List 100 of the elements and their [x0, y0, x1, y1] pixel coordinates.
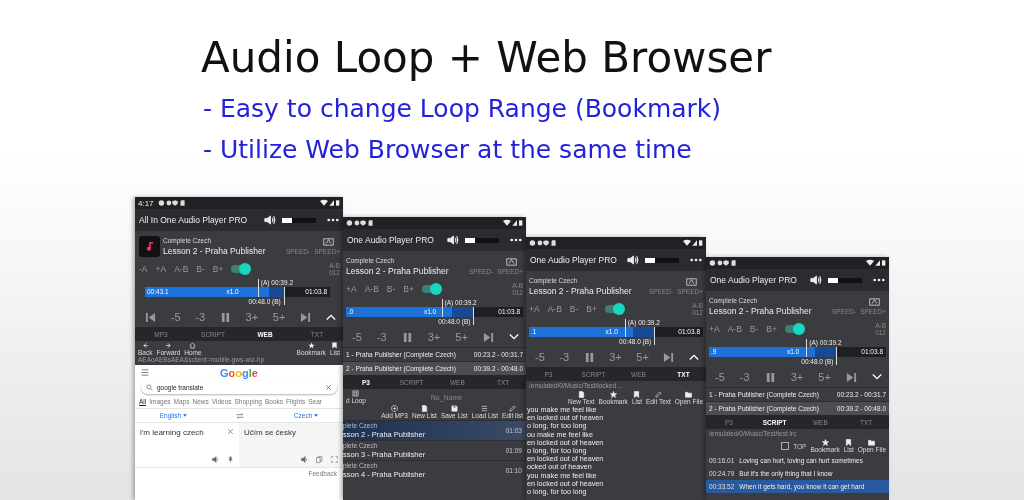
- seek-button[interactable]: -3: [739, 371, 750, 383]
- ab-button[interactable]: +A: [346, 284, 357, 294]
- seek-button[interactable]: 5+: [818, 371, 831, 383]
- save-icon: [450, 405, 458, 412]
- signal-battery-drawing: [503, 219, 523, 227]
- subtitle-icon[interactable]: [506, 257, 517, 266]
- pause-icon[interactable]: [401, 331, 413, 343]
- ab-button[interactable]: A-B: [174, 264, 189, 274]
- speaker-icon[interactable]: [301, 456, 308, 463]
- chevron-up-icon[interactable]: [325, 313, 336, 321]
- volume-icon[interactable]: [264, 215, 277, 225]
- more-icon[interactable]: [873, 278, 885, 282]
- seek-button[interactable]: -3: [376, 331, 387, 343]
- volume-slider[interactable]: [282, 217, 316, 223]
- pause-icon[interactable]: [583, 351, 595, 363]
- ab-button[interactable]: B-: [569, 304, 579, 314]
- subtitle-icon[interactable]: [323, 237, 334, 246]
- notification-icons-drawing: [709, 259, 739, 267]
- seek-button[interactable]: 5+: [636, 351, 649, 363]
- seek-button[interactable]: 3+: [790, 371, 804, 383]
- volume-icon[interactable]: [447, 235, 460, 245]
- top-checkbox[interactable]: [781, 442, 790, 450]
- ab-button[interactable]: B+: [212, 264, 224, 274]
- skip-previous-icon[interactable]: [145, 311, 156, 323]
- subtitle-icon[interactable]: [869, 297, 880, 306]
- ab-button[interactable]: B-: [386, 284, 396, 294]
- ab-button[interactable]: B+: [766, 324, 777, 334]
- star-icon: [307, 342, 315, 349]
- menu-icon[interactable]: [141, 369, 149, 376]
- seek-button[interactable]: -3: [559, 351, 570, 363]
- ab-button[interactable]: B+: [403, 284, 414, 294]
- seek-button[interactable]: -5: [352, 331, 362, 343]
- subtitle-icon[interactable]: [686, 277, 697, 286]
- ab-button[interactable]: -A: [139, 264, 148, 274]
- ab-button[interactable]: +A: [709, 324, 720, 334]
- seek-button[interactable]: 3+: [245, 311, 259, 323]
- loop-end-marker[interactable]: [283, 287, 285, 305]
- loop-toggle[interactable]: [421, 285, 440, 293]
- home-icon: [189, 342, 197, 349]
- loop-toggle[interactable]: [784, 325, 803, 333]
- more-icon[interactable]: [690, 258, 702, 262]
- edit-icon: [509, 405, 516, 412]
- volume-icon[interactable]: [627, 255, 640, 265]
- skip-next-icon[interactable]: [482, 331, 494, 343]
- chevron-down-icon[interactable]: [508, 333, 519, 341]
- volume-icon[interactable]: [810, 275, 823, 285]
- loop-start-marker[interactable]: [624, 319, 626, 337]
- loop-start-marker[interactable]: [806, 339, 808, 357]
- ab-button[interactable]: B-: [749, 324, 759, 334]
- microphone-icon[interactable]: [227, 456, 234, 463]
- swap-icon[interactable]: [236, 412, 245, 419]
- seek-button[interactable]: -3: [195, 311, 206, 323]
- ab-button[interactable]: A-B: [364, 284, 379, 294]
- loop-end-marker[interactable]: [836, 347, 838, 365]
- feature-point: - Easy to change Loop Range (Bookmark): [202, 93, 723, 125]
- ab-button[interactable]: +A: [529, 304, 540, 314]
- loop-end-marker[interactable]: [473, 307, 475, 325]
- seek-button[interactable]: -5: [535, 351, 545, 363]
- track-title: Lesson 2 - Praha Publisher: [709, 305, 812, 316]
- speaker-icon[interactable]: [212, 456, 219, 463]
- pause-icon[interactable]: [219, 311, 231, 323]
- star-icon: [609, 391, 617, 398]
- seek-button[interactable]: 3+: [427, 331, 441, 343]
- loop-toggle[interactable]: [604, 305, 623, 313]
- seek-button[interactable]: 3+: [609, 351, 622, 363]
- more-icon[interactable]: [327, 218, 339, 222]
- back-icon: [141, 342, 149, 349]
- skip-next-icon[interactable]: [663, 351, 675, 363]
- ab-button[interactable]: B-: [196, 264, 205, 274]
- loop-start-marker[interactable]: [257, 279, 259, 297]
- volume-slider[interactable]: [465, 237, 499, 243]
- app-title: One Audio Player PRO: [710, 275, 797, 285]
- app-title: All In One Audio Player PRO: [139, 215, 248, 225]
- seek-button[interactable]: -5: [715, 371, 725, 383]
- ab-button[interactable]: +A: [155, 264, 167, 274]
- pause-icon[interactable]: [764, 371, 776, 383]
- loop-toggle[interactable]: [231, 265, 250, 273]
- seek-button[interactable]: -5: [170, 311, 181, 323]
- close-icon[interactable]: [227, 428, 234, 435]
- file-icon: [420, 405, 428, 412]
- ab-button[interactable]: A-B: [727, 324, 742, 334]
- signal-battery-drawing: [683, 239, 703, 247]
- source-text-box[interactable]: i'm learning czech: [135, 423, 239, 467]
- loop-end-marker[interactable]: [654, 327, 656, 345]
- ab-button[interactable]: A-B: [547, 304, 562, 314]
- clear-icon[interactable]: [325, 384, 332, 391]
- copy-icon[interactable]: [316, 456, 323, 463]
- volume-slider[interactable]: [645, 257, 679, 263]
- seek-button[interactable]: 5+: [272, 311, 286, 323]
- chevron-up-icon[interactable]: [688, 353, 699, 361]
- list-icon: [481, 405, 489, 412]
- more-icon[interactable]: [510, 238, 522, 242]
- volume-slider[interactable]: [828, 277, 862, 283]
- skip-next-icon[interactable]: [300, 311, 312, 323]
- skip-next-icon[interactable]: [845, 371, 857, 383]
- ab-button[interactable]: B+: [586, 304, 597, 314]
- chevron-down-icon[interactable]: [871, 373, 882, 381]
- seek-button[interactable]: 5+: [455, 331, 468, 343]
- bookmark-icon: [633, 391, 641, 398]
- loop-start-marker[interactable]: [441, 299, 443, 317]
